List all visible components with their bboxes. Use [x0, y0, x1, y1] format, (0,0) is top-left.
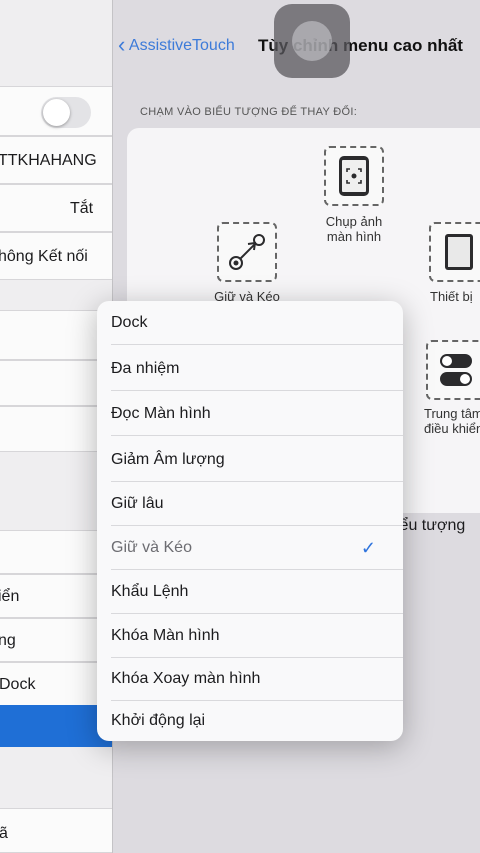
- toggle-row: [0, 86, 112, 136]
- toggle-knob: [43, 99, 70, 126]
- slot-screenshot[interactable]: [324, 146, 384, 206]
- settings-row[interactable]: TTKHAHANG: [0, 136, 112, 184]
- assistivetouch-ring-icon: [292, 21, 332, 61]
- slot-control-center[interactable]: [426, 340, 480, 400]
- option-label: Khóa Xoay màn hình: [111, 670, 261, 687]
- back-button[interactable]: ‹ AssistiveTouch: [118, 34, 235, 56]
- control-center-icon: [440, 354, 472, 386]
- slot-label-line: Chụp ảnh: [325, 214, 383, 229]
- settings-row[interactable]: [0, 310, 112, 360]
- option-label: Khởi động lại: [111, 712, 206, 729]
- option-lock-screen[interactable]: Khóa Màn hình: [97, 614, 403, 658]
- settings-row[interactable]: ã: [0, 808, 112, 853]
- option-label: Đọc Màn hình: [111, 405, 211, 422]
- slot-label-line: điều khiển: [424, 421, 480, 436]
- settings-row[interactable]: iển: [0, 574, 112, 618]
- settings-row[interactable]: [0, 530, 112, 574]
- option-voice-control[interactable]: Khẩu Lệnh: [97, 570, 403, 614]
- slot-label-line: màn hình: [326, 229, 382, 244]
- settings-row[interactable]: Dock: [0, 662, 112, 706]
- settings-row[interactable]: ng: [0, 618, 112, 662]
- option-volume-down[interactable]: Giảm Âm lượng: [97, 438, 403, 482]
- option-label: Khẩu Lệnh: [111, 583, 189, 600]
- device-icon: [445, 234, 473, 270]
- slot-hold-drag[interactable]: [217, 222, 277, 282]
- slot-label-line: Trung tâm: [424, 406, 480, 421]
- separator: [111, 390, 403, 391]
- settings-row-value: hông Kết nối: [0, 248, 88, 265]
- separator: [111, 435, 403, 436]
- option-hold-and-drag[interactable]: Giữ và Kéo ✓: [97, 526, 403, 570]
- option-label: Khóa Màn hình: [111, 627, 220, 644]
- settings-row-label: ã: [0, 825, 8, 843]
- option-long-press[interactable]: Giữ lâu: [97, 482, 403, 526]
- action-picker-popover: Dock Đa nhiệm Đọc Màn hình Giảm Âm lượng…: [97, 301, 403, 741]
- settings-row-label: Dock: [0, 676, 36, 693]
- settings-row[interactable]: hông Kết nối: [0, 232, 112, 280]
- settings-row-label: iển: [0, 588, 20, 605]
- toggle-switch[interactable]: [41, 97, 91, 128]
- option-label: Giảm Âm lượng: [111, 451, 225, 468]
- option-speak-screen[interactable]: Đọc Màn hình: [97, 392, 403, 436]
- settings-row-value: Tắt: [70, 200, 94, 217]
- slot-label: Thiết bị: [430, 289, 473, 304]
- option-dock[interactable]: Dock: [97, 301, 403, 345]
- option-restart[interactable]: Khởi động lại: [97, 699, 403, 741]
- slot-device[interactable]: [429, 222, 480, 282]
- reset-row-label: iểu tượng: [396, 517, 466, 534]
- option-lock-rotation[interactable]: Khóa Xoay màn hình: [97, 657, 403, 701]
- assistivetouch-floating-button[interactable]: [274, 4, 350, 78]
- separator: [111, 344, 403, 345]
- option-label: Giữ và Kéo: [111, 539, 192, 556]
- settings-row[interactable]: [0, 406, 112, 452]
- option-label: Dock: [111, 314, 148, 331]
- checkmark-icon: ✓: [360, 538, 376, 558]
- slot-label: Chụp ảnh màn hình: [309, 214, 399, 244]
- chevron-left-icon: ‹: [118, 32, 126, 57]
- settings-row-label: TTKHAHANG: [0, 152, 97, 169]
- screenshot-icon: [339, 156, 369, 196]
- option-label: Giữ lâu: [111, 495, 164, 512]
- section-header: CHẠM VÀO BIỂU TƯỢNG ĐỂ THAY ĐỔI:: [140, 106, 358, 118]
- hold-drag-icon: [229, 234, 265, 270]
- option-multitasking[interactable]: Đa nhiệm: [97, 347, 403, 391]
- option-label: Đa nhiệm: [111, 360, 180, 377]
- settings-row-label: ng: [0, 632, 16, 649]
- selected-settings-row[interactable]: [0, 705, 112, 747]
- slot-label: Trung tâm điều khiển: [424, 406, 480, 436]
- settings-row[interactable]: Tắt: [0, 184, 112, 232]
- back-button-label: AssistiveTouch: [128, 37, 235, 54]
- settings-row[interactable]: [0, 360, 112, 406]
